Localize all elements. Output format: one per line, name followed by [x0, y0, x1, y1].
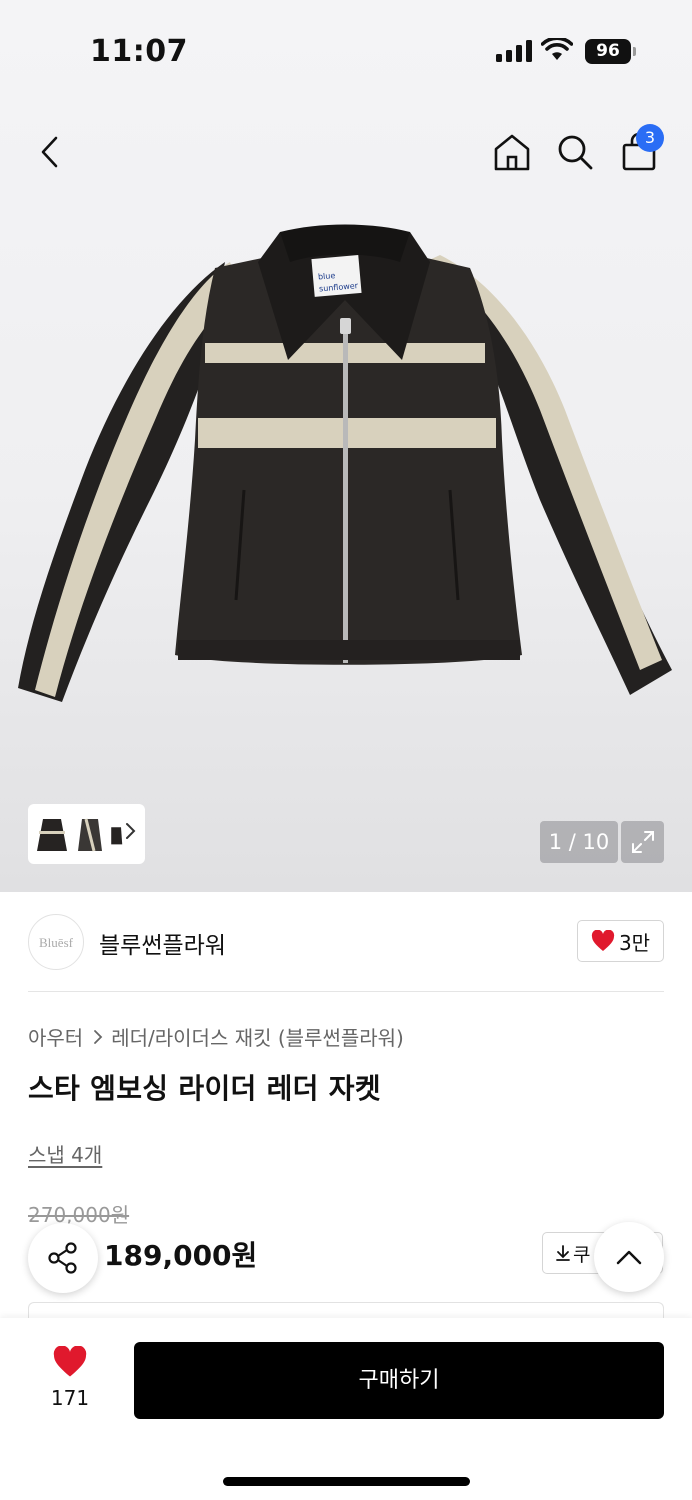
image-page-counter: 1 / 10	[540, 821, 618, 863]
thumbnail-image-2[interactable]	[72, 811, 108, 857]
product-gallery[interactable]: 11:07 96 3 blue sunflower 1 / 10	[0, 0, 692, 892]
jacket-tag-text-1: blue	[318, 271, 336, 281]
chevron-up-icon	[616, 1250, 642, 1265]
thumbnail-strip[interactable]	[28, 804, 145, 864]
heart-icon	[591, 930, 615, 951]
home-icon	[494, 134, 530, 171]
chevron-right-icon	[93, 1029, 103, 1045]
snap-link[interactable]: 스냅 4개	[28, 1139, 102, 1168]
brand-like-button[interactable]: 3만	[577, 920, 664, 962]
brand-like-count: 3만	[618, 930, 651, 955]
scroll-to-top-button[interactable]	[594, 1222, 664, 1292]
status-time: 11:07	[90, 34, 188, 69]
product-title: 스타 엠보싱 라이더 레더 자켓	[28, 1072, 381, 1105]
download-icon	[556, 1245, 570, 1261]
brand-logo[interactable]: Bluēsf	[28, 914, 84, 970]
status-bar: 11:07 96	[0, 0, 692, 100]
chevron-right-icon[interactable]	[125, 821, 137, 841]
share-button[interactable]	[28, 1223, 98, 1293]
product-image-jacket[interactable]: blue sunflower	[0, 190, 692, 790]
brand-row[interactable]: Bluēsf 블루썬플라워 3만	[28, 912, 664, 972]
heart-icon	[53, 1345, 87, 1377]
breadcrumb: 아우터 레더/라이더스 재킷 (블루썬플라워)	[28, 1022, 404, 1051]
wishlist-button[interactable]: 171	[40, 1345, 100, 1416]
brand-name[interactable]: 블루썬플라워	[99, 926, 226, 960]
battery-indicator: 96	[585, 39, 636, 64]
home-indicator	[223, 1477, 470, 1486]
top-nav	[0, 110, 692, 190]
wifi-icon	[541, 38, 573, 60]
home-button[interactable]	[490, 130, 534, 174]
jacket-body	[175, 250, 522, 665]
expand-image-button[interactable]	[621, 821, 664, 863]
buy-button[interactable]: 구매하기	[134, 1342, 664, 1419]
cellular-signal-icon	[496, 40, 532, 62]
breadcrumb-item-category[interactable]: 레더/라이더스 재킷 (블루썬플라워)	[111, 1022, 404, 1051]
cart-count-badge: 3	[636, 124, 664, 152]
jacket-zipper	[343, 318, 348, 663]
share-icon	[48, 1242, 77, 1274]
back-icon	[41, 136, 58, 168]
divider	[28, 991, 664, 992]
back-button[interactable]	[28, 130, 72, 174]
bottom-action-bar: 171 구매하기	[0, 1318, 692, 1500]
original-price: 270,000원	[28, 1203, 130, 1227]
breadcrumb-item-outer[interactable]: 아우터	[28, 1022, 83, 1051]
search-button[interactable]	[553, 130, 597, 174]
coupon-label: 쿠	[573, 1243, 591, 1266]
search-icon	[558, 135, 593, 170]
expand-icon	[631, 831, 654, 853]
sale-price: 189,000원	[104, 1239, 258, 1272]
thumbnail-image-1[interactable]	[34, 811, 70, 857]
wishlist-count: 171	[50, 1386, 90, 1410]
